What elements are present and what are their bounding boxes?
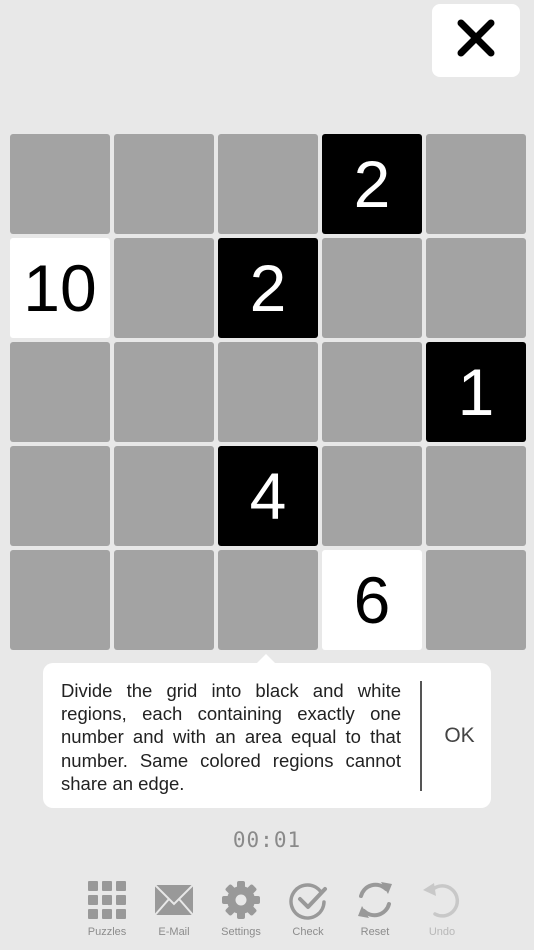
undo-icon [422, 880, 462, 920]
grid-cell[interactable] [114, 134, 214, 234]
reset-button[interactable]: Reset [340, 880, 410, 946]
puzzles-button[interactable]: Puzzles [72, 880, 142, 946]
grid-cell[interactable] [426, 134, 526, 234]
reset-label: Reset [360, 926, 390, 938]
settings-label: Settings [221, 926, 261, 938]
grid-cell[interactable] [322, 342, 422, 442]
grid-cell[interactable]: 1 [426, 342, 526, 442]
grid-cell[interactable]: 10 [10, 238, 110, 338]
check-label: Check [292, 926, 324, 938]
grid-cell[interactable] [322, 238, 422, 338]
grid-cell[interactable]: 2 [322, 134, 422, 234]
gear-icon [221, 880, 261, 920]
grid-cell[interactable] [426, 238, 526, 338]
grid-cell[interactable] [426, 550, 526, 650]
check-button[interactable]: Check [273, 880, 343, 946]
email-label: E-Mail [158, 926, 190, 938]
grid-cell[interactable] [426, 446, 526, 546]
undo-button[interactable]: Undo [407, 880, 477, 946]
ok-button[interactable]: OK [428, 663, 491, 808]
puzzle-grid: 2 10 2 1 4 6 [8, 132, 526, 650]
puzzles-label: Puzzles [87, 926, 127, 938]
grid-cell[interactable] [322, 446, 422, 546]
grid-icon [87, 880, 127, 920]
email-button[interactable]: E-Mail [139, 880, 209, 946]
grid-cell[interactable] [218, 550, 318, 650]
grid-cell[interactable] [218, 134, 318, 234]
grid-cell[interactable] [114, 550, 214, 650]
check-circle-icon [288, 880, 328, 920]
close-icon [456, 18, 496, 63]
grid-cell[interactable]: 4 [218, 446, 318, 546]
instructions-text: Divide the grid into black and white reg… [61, 680, 401, 794]
instructions-tooltip: Divide the grid into black and white reg… [43, 663, 491, 808]
undo-label: Undo [428, 926, 456, 938]
cell-number: 2 [353, 147, 391, 221]
cell-number: 2 [249, 251, 287, 325]
refresh-icon [355, 880, 395, 920]
close-button[interactable] [432, 4, 520, 77]
cell-number: 1 [457, 355, 495, 429]
grid-cell[interactable] [114, 446, 214, 546]
grid-cell[interactable] [114, 342, 214, 442]
envelope-icon [154, 880, 194, 920]
grid-cell[interactable] [10, 446, 110, 546]
bottom-toolbar: Puzzles E-Mail Settings Check Reset Undo [0, 880, 534, 946]
tooltip-divider [420, 681, 422, 791]
cell-number: 4 [249, 459, 287, 533]
settings-button[interactable]: Settings [206, 880, 276, 946]
grid-cell[interactable] [10, 550, 110, 650]
timer: 00:01 [232, 828, 302, 852]
grid-cell[interactable] [218, 342, 318, 442]
grid-cell[interactable]: 2 [218, 238, 318, 338]
cell-number: 6 [353, 563, 391, 637]
cell-number: 10 [23, 251, 97, 325]
grid-cell[interactable] [10, 134, 110, 234]
grid-cell[interactable]: 6 [322, 550, 422, 650]
grid-cell[interactable] [10, 342, 110, 442]
grid-cell[interactable] [114, 238, 214, 338]
